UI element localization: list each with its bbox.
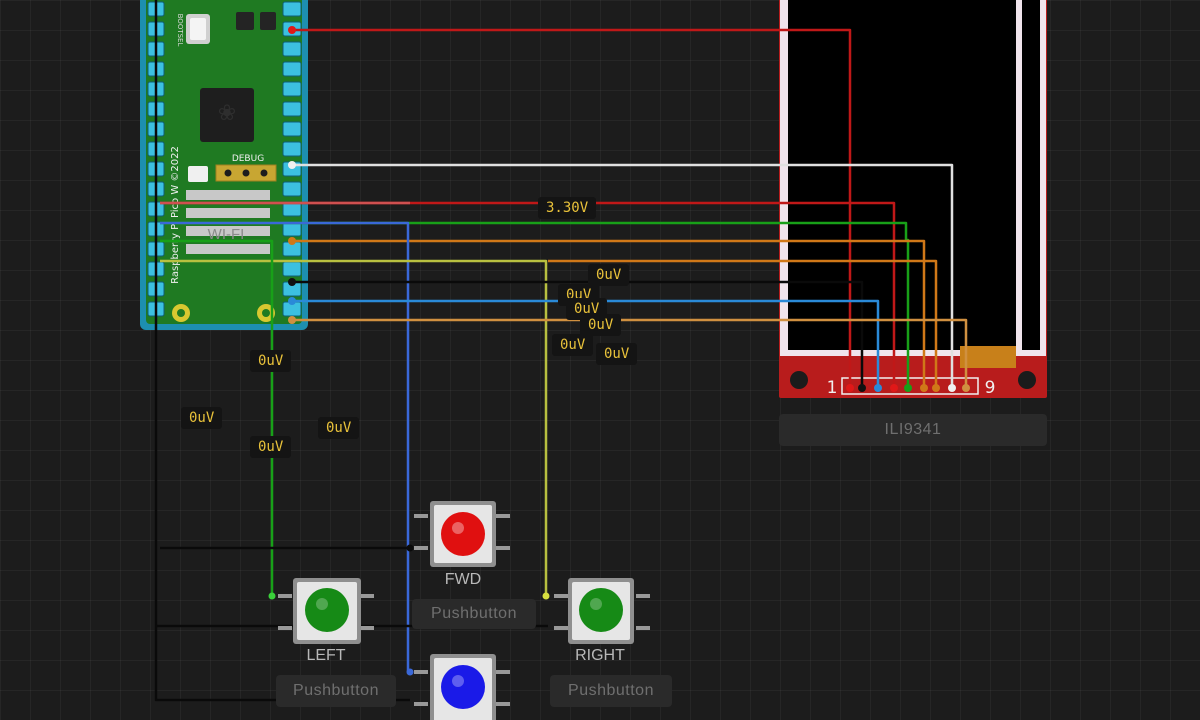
right-button-cap[interactable] bbox=[579, 588, 623, 632]
display-pin-endpoints bbox=[846, 384, 970, 392]
voltage-probe[interactable]: 0uV bbox=[250, 436, 292, 458]
ili9341-display[interactable]: 1 9 bbox=[779, 0, 1047, 398]
voltage-probe[interactable]: 3.30V bbox=[538, 197, 597, 219]
pushbutton-right[interactable] bbox=[542, 578, 651, 644]
display-mount-hole bbox=[790, 371, 808, 389]
display-ribbon bbox=[960, 346, 1016, 368]
blue-button-cap[interactable] bbox=[441, 665, 485, 709]
voltage-probe[interactable]: 0uV bbox=[181, 407, 223, 429]
voltage-probe[interactable]: 0uV bbox=[580, 314, 622, 336]
chip-component bbox=[260, 12, 276, 30]
wifi-shield-stripe bbox=[186, 190, 270, 200]
pushbutton-left[interactable] bbox=[268, 578, 375, 644]
display-pin-start-label: 1 bbox=[827, 378, 838, 398]
voltage-probe[interactable]: 0uV bbox=[318, 417, 360, 439]
left-button-label: LEFT bbox=[306, 647, 346, 664]
right-part-type-label[interactable]: Pushbutton bbox=[550, 675, 672, 707]
fwd-button-label: FWD bbox=[444, 571, 482, 588]
pushbutton-fwd[interactable] bbox=[406, 501, 511, 567]
display-screen bbox=[788, 0, 1016, 350]
display-mount-hole bbox=[1018, 371, 1036, 389]
chip-component bbox=[236, 12, 254, 30]
voltage-probe[interactable]: 0uV bbox=[250, 350, 292, 372]
display-part-label[interactable]: ILI9341 bbox=[779, 414, 1047, 446]
voltage-probe[interactable]: 0uV bbox=[588, 264, 630, 286]
left-button-cap[interactable] bbox=[305, 588, 349, 632]
fwd-part-type-label[interactable]: Pushbutton bbox=[412, 599, 536, 629]
raspberry-logo-icon: ❀ bbox=[218, 101, 236, 126]
board-label: Raspberry Pi Pico W ©2022 bbox=[170, 146, 181, 284]
display-pin-end-label: 9 bbox=[985, 378, 996, 398]
voltage-probe[interactable]: 0uV bbox=[552, 334, 594, 356]
pico-w-board[interactable]: BOOTSEL ❀ DEBUG WI-FI Raspberry Pi Pico … bbox=[140, 0, 308, 330]
left-part-type-label[interactable]: Pushbutton bbox=[276, 675, 396, 707]
debug-label: DEBUG bbox=[232, 154, 264, 164]
right-button-label: RIGHT bbox=[575, 647, 625, 664]
fwd-button-cap[interactable] bbox=[441, 512, 485, 556]
status-led bbox=[188, 166, 208, 182]
bootsel-label: BOOTSEL bbox=[176, 14, 184, 47]
voltage-probe[interactable]: 0uV bbox=[596, 343, 638, 365]
pushbutton-blue[interactable] bbox=[406, 654, 511, 720]
